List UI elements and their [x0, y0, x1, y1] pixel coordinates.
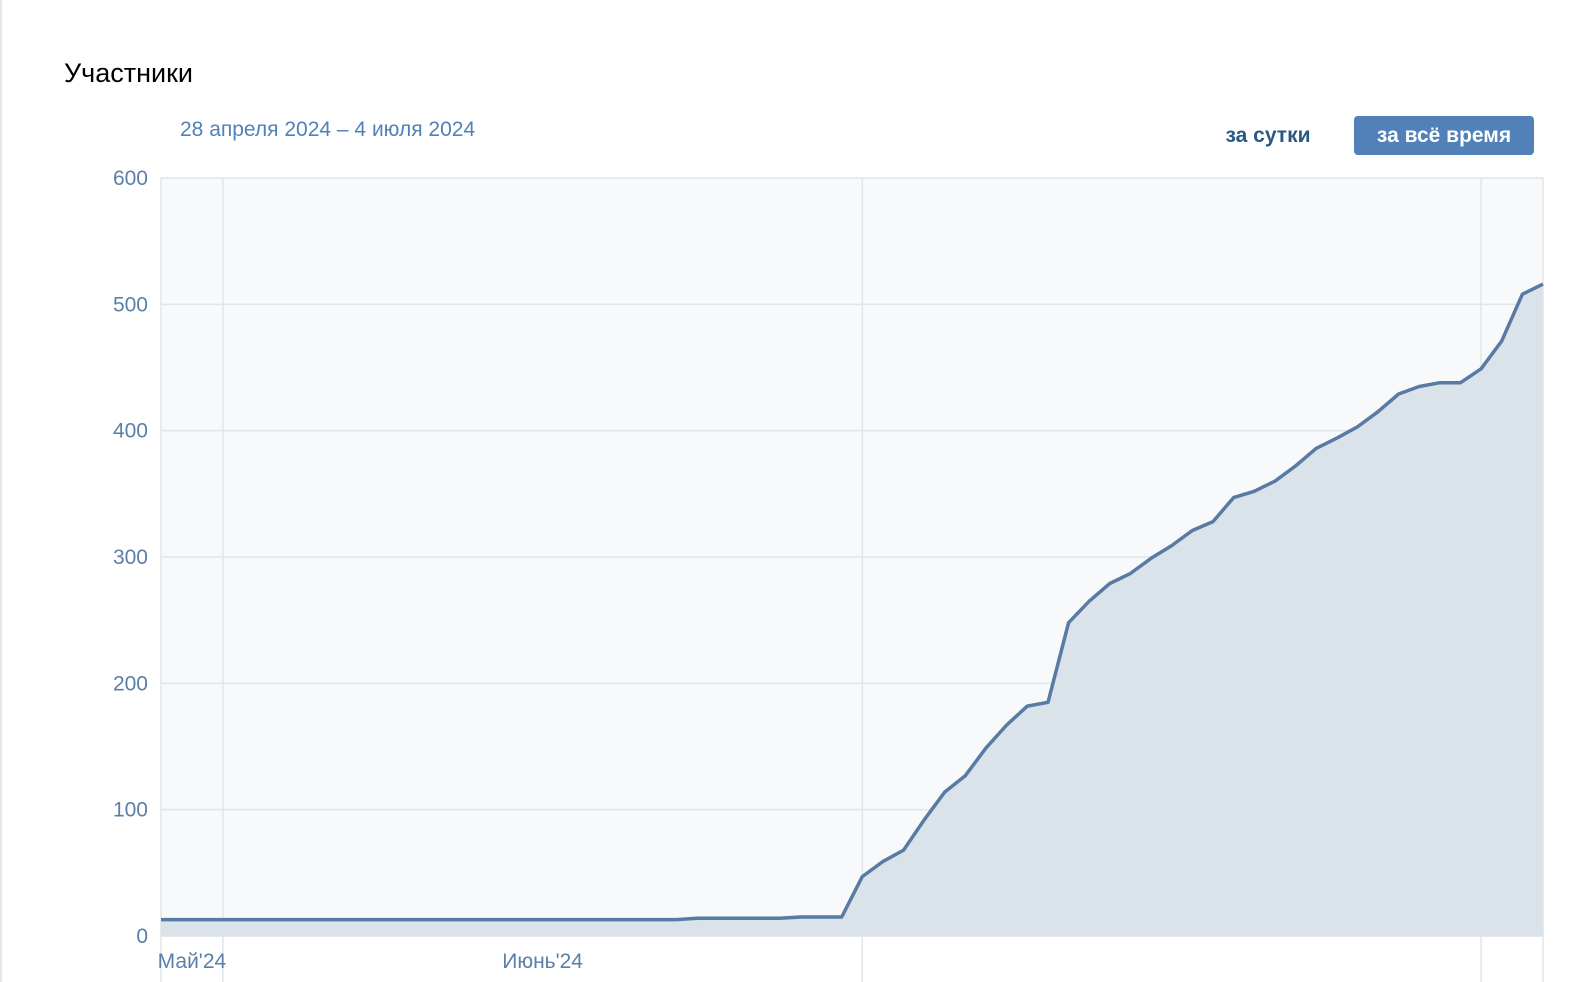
y-tick-label: 500 — [113, 293, 148, 316]
y-tick-label: 200 — [113, 672, 148, 695]
y-tick-label: 0 — [136, 925, 148, 948]
y-tick-label: 100 — [113, 799, 148, 822]
chart-panel: Участники 28 апреля 2024 – 4 июля 2024 з… — [0, 0, 1594, 982]
x-tick-label: Июнь'24 — [502, 950, 583, 973]
y-tick-label: 600 — [113, 167, 148, 190]
chart-svg: 0 100 200 300 400 500 600 Май'24 Июнь'24 — [113, 167, 1544, 982]
y-tick-label: 400 — [113, 420, 148, 443]
x-axis: Май'24 Июнь'24 — [158, 935, 1543, 973]
y-axis-ticks: 0 100 200 300 400 500 600 — [113, 167, 148, 948]
x-tick-label: Май'24 — [158, 950, 227, 973]
y-tick-label: 300 — [113, 546, 148, 569]
